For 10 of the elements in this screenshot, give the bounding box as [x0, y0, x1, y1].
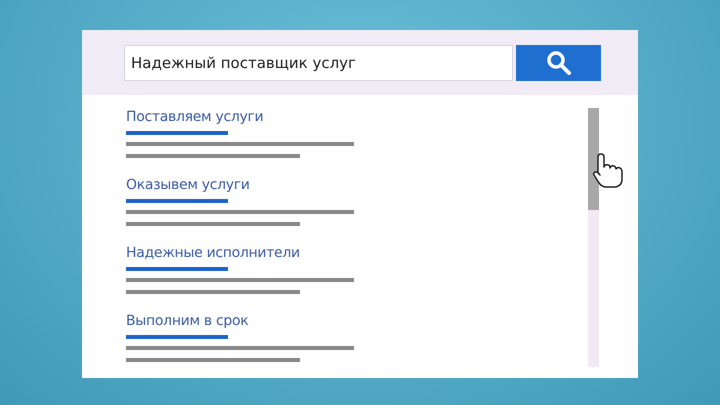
scrollbar-thumb[interactable]	[588, 108, 599, 210]
hand-cursor-icon	[592, 153, 626, 189]
result-title[interactable]: Выполним в срок	[126, 312, 248, 330]
scrollbar[interactable]	[588, 108, 599, 367]
result-title[interactable]: Оказывем услуги	[126, 176, 250, 194]
result-title[interactable]: Поставляем услуги	[126, 108, 264, 126]
result-title[interactable]: Надежные исполнители	[126, 244, 300, 262]
search-icon	[546, 50, 572, 76]
search-button[interactable]	[516, 44, 601, 80]
search-field[interactable]: Надежный поставщик услуг	[124, 44, 513, 80]
